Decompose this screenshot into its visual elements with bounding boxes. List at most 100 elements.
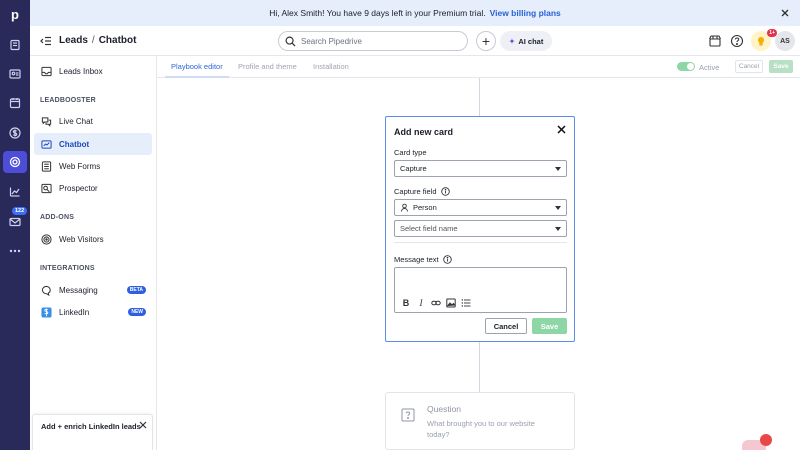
breadcrumb: Leads / Chatbot — [59, 35, 136, 46]
add-card-dialog: Add new card Card type Capture Capture f… — [385, 116, 575, 342]
chatbot-icon — [40, 138, 52, 150]
question-icon — [401, 408, 415, 422]
sidebar-item-live-chat[interactable]: Live Chat — [34, 110, 152, 132]
help-icon[interactable] — [730, 34, 744, 48]
promo-text: Add + enrich LinkedIn leads — [41, 422, 141, 431]
card-type-select[interactable]: Capture — [394, 160, 567, 177]
dialog-cancel-button[interactable]: Cancel — [485, 318, 527, 334]
tab-playbook-editor[interactable]: Playbook editor — [171, 62, 223, 71]
person-icon — [401, 203, 408, 212]
sidebar-item-chatbot[interactable]: Chatbot — [34, 133, 152, 155]
field-name-select[interactable]: Select field name — [394, 220, 567, 237]
message-textarea[interactable]: B I — [394, 267, 567, 313]
flow-connector — [479, 342, 480, 392]
chevron-down-icon — [555, 227, 561, 231]
billing-plans-link[interactable]: View billing plans — [490, 8, 561, 18]
sidebar-item-prospector[interactable]: Prospector — [34, 177, 152, 199]
ai-chat-button[interactable]: ✦ AI chat — [500, 31, 552, 51]
cancel-button[interactable]: Cancel — [735, 60, 763, 73]
playbook-canvas: Add new card Card type Capture Capture f… — [157, 78, 800, 450]
save-button[interactable]: Save — [769, 60, 793, 73]
bold-icon[interactable]: B — [401, 298, 411, 308]
active-label: Active — [699, 63, 720, 72]
visitors-target-icon — [40, 233, 52, 245]
sidebar-item-label: Web Visitors — [59, 234, 104, 244]
tab-installation[interactable]: Installation — [313, 62, 349, 71]
capture-field-select[interactable]: Person — [394, 199, 567, 216]
link-icon[interactable] — [431, 298, 441, 308]
top-header: Leads / Chatbot Search Pipedrive + ✦ AI ch… — [30, 26, 800, 56]
field-name-placeholder: Select field name — [400, 224, 458, 233]
sidebar-item-linkedin[interactable]: LinkedIn NEW — [34, 301, 152, 323]
insights-icon[interactable] — [7, 184, 23, 200]
section-leadbooster: LEADBOOSTER — [40, 97, 96, 104]
capture-field-value: Person — [413, 203, 437, 212]
sidebar-item-label: Prospector — [59, 183, 98, 193]
deals-icon[interactable] — [7, 37, 23, 53]
dialog-save-button[interactable]: Save — [532, 318, 567, 334]
sidebar-item-label: Web Forms — [59, 161, 101, 171]
avatar[interactable]: AS — [775, 31, 795, 51]
sidebar-item-label: Live Chat — [59, 116, 93, 126]
new-badge: NEW — [128, 308, 146, 316]
message-text-label: Message text — [394, 255, 439, 264]
prospector-icon — [40, 182, 52, 194]
sidebar-item-label: Chatbot — [59, 139, 90, 149]
info-icon[interactable] — [440, 187, 450, 196]
quick-add-button[interactable]: + — [476, 31, 496, 51]
more-icon[interactable] — [7, 243, 23, 259]
italic-icon[interactable]: I — [416, 298, 426, 308]
chevron-down-icon — [555, 167, 561, 171]
sidebar-item-label: LinkedIn — [59, 307, 90, 317]
linkedin-promo[interactable]: Add + enrich LinkedIn leads — [32, 414, 153, 450]
sidebar-item-web-forms[interactable]: Web Forms — [34, 155, 152, 177]
contacts-icon[interactable] — [7, 66, 23, 82]
marketplace-icon[interactable] — [708, 34, 722, 48]
image-icon[interactable] — [446, 298, 456, 308]
trial-message: Hi, Alex Smith! You have 9 days left in … — [269, 8, 486, 18]
form-icon — [40, 160, 52, 172]
close-banner-icon[interactable] — [780, 8, 790, 18]
section-integrations: INTEGRATIONS — [40, 265, 95, 272]
pipedrive-logo[interactable]: p — [6, 6, 24, 24]
active-toggle[interactable] — [677, 62, 695, 71]
close-promo-icon[interactable] — [139, 421, 147, 429]
sidebar-item-label: Messaging — [59, 285, 98, 295]
bullet-list-icon[interactable] — [461, 298, 471, 308]
ai-chat-label: AI chat — [518, 36, 544, 46]
card-type-value: Capture — [400, 164, 427, 173]
question-card-text: What brought you to our website today? — [427, 419, 535, 439]
question-card[interactable]: Question What brought you to our website… — [385, 392, 575, 450]
message-icon — [40, 284, 52, 296]
sidebar-item-label: Leads Inbox — [59, 66, 103, 76]
rich-text-toolbar: B I — [401, 298, 471, 308]
lightbulb-icon — [758, 37, 764, 46]
leads-target-icon[interactable] — [3, 151, 27, 173]
sparkle-icon: ✦ — [508, 36, 516, 46]
tab-profile-theme[interactable]: Profile and theme — [238, 62, 297, 71]
dialog-divider — [394, 242, 567, 243]
info-icon[interactable] — [442, 255, 452, 264]
close-icon[interactable] — [557, 125, 566, 134]
sidebar-item-web-visitors[interactable]: Web Visitors — [34, 228, 152, 250]
notifications-button[interactable]: 1+ — [751, 29, 777, 51]
mail-icon[interactable] — [7, 214, 23, 230]
chat-widget-icon[interactable] — [738, 434, 774, 450]
app-rail: p 122 — [0, 0, 30, 450]
sidebar-item-messaging[interactable]: Messaging BETA — [34, 279, 152, 301]
search-input[interactable]: Search Pipedrive — [278, 31, 468, 51]
question-card-title: Question — [427, 404, 462, 414]
flow-connector — [479, 78, 480, 116]
inbox-icon — [40, 65, 52, 77]
sidebar-item-leads-inbox[interactable]: Leads Inbox — [34, 60, 152, 82]
capture-field-label: Capture field — [394, 187, 437, 196]
breadcrumb-leads[interactable]: Leads — [59, 35, 88, 46]
dollar-icon[interactable] — [7, 125, 23, 141]
dialog-title: Add new card — [394, 127, 454, 137]
calendar-icon[interactable] — [7, 95, 23, 111]
collapse-sidebar-icon[interactable] — [40, 36, 52, 46]
mail-count-badge: 122 — [12, 207, 28, 215]
beta-badge: BETA — [126, 286, 146, 294]
trial-banner: Hi, Alex Smith! You have 9 days left in … — [30, 0, 800, 26]
message-text-label-row: Message text — [394, 255, 452, 264]
